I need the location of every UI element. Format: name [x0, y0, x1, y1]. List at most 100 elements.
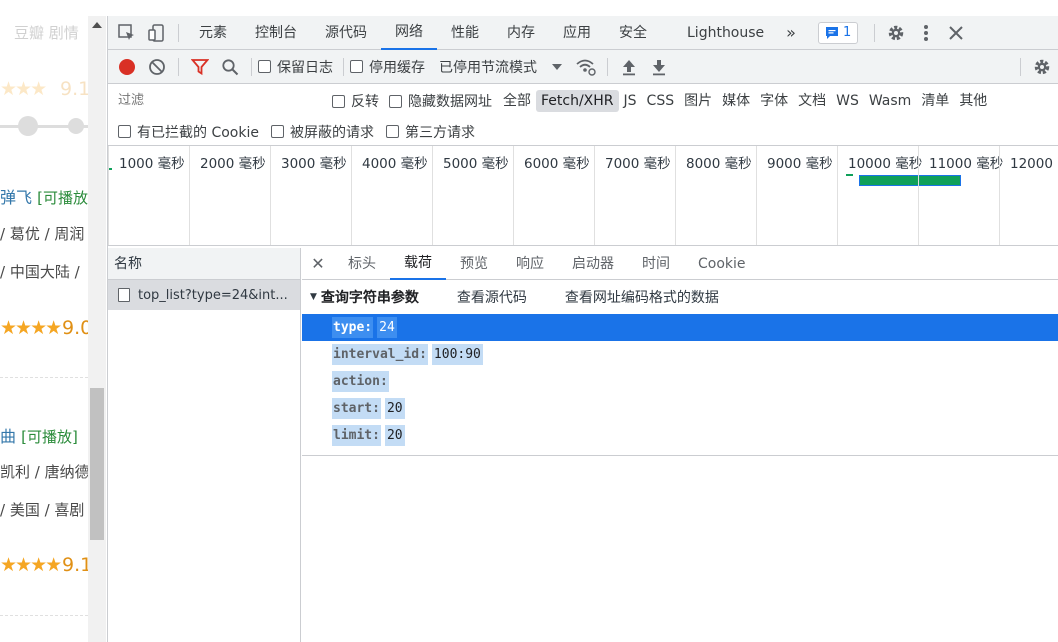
checkbox-box[interactable] — [258, 60, 271, 73]
rating-stars: ★★★★ — [0, 317, 62, 339]
type-filter-10[interactable]: 清单 — [916, 90, 954, 112]
detail-tab-1[interactable]: 载荷 — [390, 248, 446, 280]
separator — [251, 57, 252, 76]
slider-handle[interactable] — [68, 118, 84, 134]
detail-tab-3[interactable]: 响应 — [502, 248, 558, 280]
type-filter-5[interactable]: 媒体 — [717, 90, 755, 112]
blocked-cookies-checkbox[interactable]: 有已拦截的 Cookie — [118, 122, 259, 142]
movie-cast: / 葛优 / 周润 — [0, 225, 85, 243]
type-filter-7[interactable]: 文档 — [793, 90, 831, 112]
movie-title[interactable]: 曲 [可播放] — [0, 423, 78, 447]
scroll-thumb[interactable] — [90, 388, 104, 540]
checkbox-label: 停用缓存 — [369, 59, 425, 76]
slider-handle[interactable] — [18, 116, 38, 136]
tab-6[interactable]: 应用 — [549, 16, 605, 50]
checkbox-box[interactable] — [332, 94, 345, 108]
expand-triangle-icon[interactable]: ▼ — [310, 292, 317, 302]
movie-title[interactable]: 弹飞 [可播放] — [0, 184, 88, 208]
checkbox-box[interactable] — [389, 94, 402, 108]
messages-button[interactable]: 1 — [817, 21, 859, 44]
record-button-icon[interactable] — [112, 52, 142, 82]
tab-7[interactable]: 安全 — [605, 16, 661, 50]
device-toolbar-icon[interactable] — [142, 18, 172, 48]
timeline-tick-label: 9000 毫秒 — [767, 156, 833, 172]
blocked-requests-checkbox[interactable]: 被屏蔽的请求 — [270, 122, 374, 142]
scroll-up-arrow-icon[interactable] — [92, 22, 102, 28]
query-param-row[interactable]: action: — [302, 368, 1058, 395]
param-value: 24 — [377, 317, 397, 338]
page-scrollbar[interactable] — [88, 16, 106, 642]
checkbox-box[interactable] — [385, 125, 399, 138]
tab-1[interactable]: 控制台 — [241, 16, 311, 50]
filter-bar: 反转 隐藏数据网址 全部Fetch/XHRJSCSS图片媒体字体文档WSWasm… — [108, 84, 1058, 118]
network-settings-gear-icon[interactable] — [1027, 52, 1057, 82]
timeline-gridline — [918, 146, 919, 245]
checkbox-box[interactable] — [270, 125, 284, 138]
filter-funnel-icon[interactable] — [185, 52, 215, 82]
timeline-gridline — [837, 146, 838, 245]
throttling-dropdown[interactable]: 已停用节流模式 — [439, 57, 567, 77]
invert-checkbox[interactable]: 反转 — [332, 91, 379, 111]
movie-title-text[interactable]: 弹飞 — [0, 188, 32, 207]
detail-tab-4[interactable]: 启动器 — [558, 248, 628, 280]
detail-tab-0[interactable]: 标头 — [334, 248, 390, 280]
checkbox-box[interactable] — [118, 125, 131, 138]
network-conditions-wifi-icon[interactable] — [571, 52, 601, 82]
tab-3[interactable]: 网络 — [381, 16, 437, 50]
tab-2[interactable]: 源代码 — [311, 16, 381, 50]
more-options-vertical-dots-icon[interactable] — [911, 18, 941, 48]
query-param-row[interactable]: interval_id: 100:90 — [302, 341, 1058, 368]
tab-4[interactable]: 性能 — [437, 16, 493, 50]
movie-title-text[interactable]: 曲 — [0, 427, 16, 446]
query-param-row[interactable]: limit: 20 — [302, 422, 1058, 449]
timeline-request-marker — [846, 174, 853, 176]
query-string-section-header[interactable]: ▼ 查询字符串参数 查看源代码 查看网址编码格式的数据 — [302, 280, 1058, 314]
rating-stars: ★★★ — [0, 78, 47, 100]
query-param-row[interactable]: type: 24 — [302, 314, 1058, 341]
section-divider — [302, 455, 1058, 456]
detail-tab-5[interactable]: 时间 — [628, 248, 684, 280]
param-key: limit: — [332, 425, 381, 446]
import-har-upload-icon[interactable] — [614, 52, 644, 82]
type-filter-6[interactable]: 字体 — [755, 90, 793, 112]
hide-data-urls-checkbox[interactable]: 隐藏数据网址 — [389, 91, 492, 111]
type-filter-2[interactable]: JS — [619, 90, 642, 112]
view-url-encoded-link[interactable]: 查看网址编码格式的数据 — [565, 287, 719, 307]
preserve-log-checkbox[interactable]: 保留日志 — [258, 57, 333, 77]
tab-0[interactable]: 元素 — [185, 16, 241, 50]
type-filter-1[interactable]: Fetch/XHR — [536, 90, 619, 112]
timeline-tick-label: 6000 毫秒 — [524, 156, 590, 172]
checkbox-box[interactable] — [350, 60, 363, 73]
detail-tab-6[interactable]: Cookie — [684, 248, 760, 280]
clear-log-icon[interactable] — [142, 52, 172, 82]
more-tabs-chevron-icon[interactable]: » — [778, 16, 804, 50]
filter-input[interactable] — [116, 90, 322, 112]
separator — [1020, 57, 1021, 76]
close-detail-icon[interactable]: ✕ — [302, 254, 334, 273]
close-devtools-icon[interactable] — [941, 18, 971, 48]
third-party-checkbox[interactable]: 第三方请求 — [385, 122, 475, 142]
type-filter-0[interactable]: 全部 — [498, 90, 536, 112]
network-overview-timeline[interactable]: 1000 毫秒 2000 毫秒 3000 毫秒 4000 毫秒 5000 毫秒 6000 … — [108, 146, 1058, 246]
playable-tag: [可播放] — [21, 428, 78, 446]
settings-gear-icon[interactable] — [881, 18, 911, 48]
tab-5[interactable]: 内存 — [493, 16, 549, 50]
network-toolbar: 保留日志 停用缓存 已停用节流模式 — [108, 50, 1058, 84]
type-filter-11[interactable]: 其他 — [954, 90, 992, 112]
inspect-element-icon[interactable] — [112, 18, 142, 48]
disable-cache-checkbox[interactable]: 停用缓存 — [350, 57, 425, 77]
view-source-link[interactable]: 查看源代码 — [457, 287, 527, 307]
request-name[interactable]: top_list?type=24&int... — [138, 288, 288, 303]
separator — [874, 23, 876, 42]
type-filter-3[interactable]: CSS — [642, 90, 680, 112]
type-filter-8[interactable]: WS — [831, 90, 864, 112]
type-filter-4[interactable]: 图片 — [679, 90, 717, 112]
request-row[interactable]: top_list?type=24&int... — [108, 280, 300, 310]
tab-8[interactable]: Lighthouse — [673, 16, 778, 50]
query-param-row[interactable]: start: 20 — [302, 395, 1058, 422]
type-filter-9[interactable]: Wasm — [864, 90, 916, 112]
search-magnifier-icon[interactable] — [215, 52, 245, 82]
detail-tab-2[interactable]: 预览 — [446, 248, 502, 280]
request-list-header[interactable]: 名称 — [108, 248, 300, 280]
export-har-download-icon[interactable] — [644, 52, 674, 82]
